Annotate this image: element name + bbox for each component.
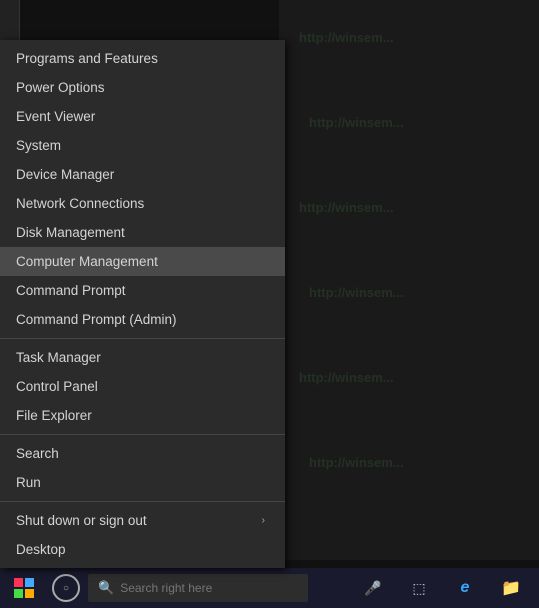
- menu-item-disk-management[interactable]: Disk Management: [0, 218, 285, 247]
- menu-item-shut-down[interactable]: Shut down or sign out ›: [0, 506, 285, 535]
- menu-item-network-connections[interactable]: Network Connections: [0, 189, 285, 218]
- menu-item-arrow-shut-down: ›: [262, 515, 265, 526]
- menu-item-label-system: System: [16, 138, 61, 153]
- menu-item-label-disk-management: Disk Management: [16, 225, 125, 240]
- menu-item-label-device-manager: Device Manager: [16, 167, 114, 182]
- menu-item-label-file-explorer: File Explorer: [16, 408, 92, 423]
- menu-item-label-task-manager: Task Manager: [16, 350, 101, 365]
- context-menu: Programs and Features Power Options Event …: [0, 40, 285, 568]
- menu-item-label-network-connections: Network Connections: [16, 196, 144, 211]
- menu-item-device-manager[interactable]: Device Manager: [0, 160, 285, 189]
- menu-item-control-panel[interactable]: Control Panel: [0, 372, 285, 401]
- separator-after-run: [0, 501, 285, 502]
- menu-item-event-viewer[interactable]: Event Viewer: [0, 102, 285, 131]
- menu-item-command-prompt[interactable]: Command Prompt: [0, 276, 285, 305]
- menu-item-label-event-viewer: Event Viewer: [16, 109, 95, 124]
- menu-item-label-command-prompt-admin: Command Prompt (Admin): [16, 312, 177, 327]
- search-input[interactable]: [120, 581, 298, 595]
- cortana-icon: ○: [63, 583, 69, 594]
- menu-item-label-run: Run: [16, 475, 41, 490]
- separator-after-command-prompt-admin: [0, 338, 285, 339]
- menu-item-system[interactable]: System: [0, 131, 285, 160]
- menu-item-desktop[interactable]: Desktop: [0, 535, 285, 564]
- menu-item-label-shut-down: Shut down or sign out: [16, 513, 147, 528]
- cortana-button[interactable]: ○: [52, 574, 80, 602]
- task-view-icon: ⬚: [412, 580, 425, 597]
- menu-item-label-programs-features: Programs and Features: [16, 51, 158, 66]
- edge-icon: e: [461, 579, 470, 597]
- menu-item-label-search: Search: [16, 446, 59, 461]
- menu-item-search[interactable]: Search: [0, 439, 285, 468]
- menu-item-power-options[interactable]: Power Options: [0, 73, 285, 102]
- microphone-icon: 🎤: [364, 580, 381, 597]
- menu-item-label-command-prompt: Command Prompt: [16, 283, 126, 298]
- menu-item-command-prompt-admin[interactable]: Command Prompt (Admin): [0, 305, 285, 334]
- menu-item-run[interactable]: Run: [0, 468, 285, 497]
- file-explorer-button[interactable]: 📁: [489, 568, 533, 608]
- menu-item-file-explorer[interactable]: File Explorer: [0, 401, 285, 430]
- menu-item-label-power-options: Power Options: [16, 80, 105, 95]
- menu-item-task-manager[interactable]: Task Manager: [0, 343, 285, 372]
- menu-item-label-computer-management: Computer Management: [16, 254, 158, 269]
- menu-item-label-desktop: Desktop: [16, 542, 66, 557]
- edge-button[interactable]: e: [443, 568, 487, 608]
- menu-item-programs-features[interactable]: Programs and Features: [0, 44, 285, 73]
- windows-logo-icon: [14, 578, 34, 598]
- start-button[interactable]: [0, 568, 48, 608]
- microphone-button[interactable]: 🎤: [351, 568, 395, 608]
- search-icon: 🔍: [98, 580, 114, 596]
- task-view-button[interactable]: ⬚: [397, 568, 441, 608]
- separator-after-file-explorer: [0, 434, 285, 435]
- menu-item-computer-management[interactable]: Computer Management: [0, 247, 285, 276]
- menu-item-label-control-panel: Control Panel: [16, 379, 98, 394]
- search-box[interactable]: 🔍: [88, 574, 308, 602]
- folder-icon: 📁: [501, 578, 521, 598]
- taskbar: ○ 🔍 🎤 ⬚ e 📁: [0, 568, 539, 608]
